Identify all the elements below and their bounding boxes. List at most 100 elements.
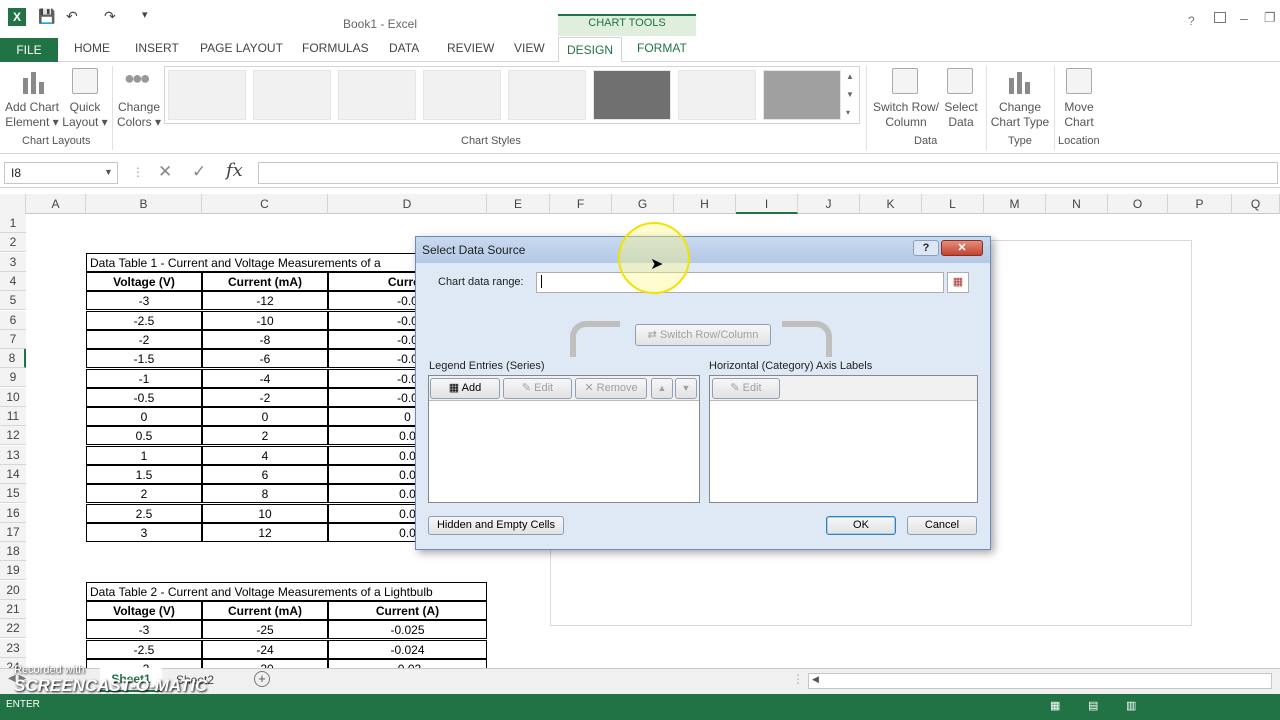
chart-style-2[interactable]: [253, 70, 331, 120]
add-chart-element-button[interactable]: Add Chart Element ▾: [0, 100, 64, 130]
tab-file[interactable]: FILE: [0, 38, 58, 62]
tab-home[interactable]: HOME: [74, 41, 110, 55]
gallery-scroll-icons[interactable]: ▲ ▼ ▾: [846, 68, 854, 122]
cancel-entry-icon[interactable]: ✕: [158, 162, 172, 182]
select-all-button[interactable]: [0, 194, 26, 214]
table-cell[interactable]: -2.5: [86, 310, 202, 330]
ok-button[interactable]: OK: [826, 516, 896, 535]
row-header[interactable]: 23: [0, 638, 26, 658]
horizontal-scrollbar[interactable]: [808, 673, 1272, 689]
redo-icon[interactable]: ↷: [104, 8, 116, 25]
column-header[interactable]: C: [202, 194, 328, 214]
row-header[interactable]: 18: [0, 542, 26, 562]
remove-series-button[interactable]: ✕ Remove: [575, 378, 647, 399]
add-series-button[interactable]: ▦ Add: [430, 378, 500, 399]
table-cell[interactable]: -3: [86, 291, 202, 311]
ribbon-display-icon[interactable]: [1214, 12, 1226, 23]
table-cell[interactable]: 0: [202, 407, 328, 427]
name-box[interactable]: I8: [4, 162, 118, 184]
chart-data-range-input[interactable]: [536, 272, 944, 293]
confirm-entry-icon[interactable]: ✓: [192, 162, 206, 182]
tab-split-icon[interactable]: ⋮: [792, 672, 804, 686]
name-box-dropdown-icon[interactable]: ▼: [104, 167, 113, 177]
chart-style-5[interactable]: [508, 70, 586, 120]
table-cell[interactable]: -1.5: [86, 349, 202, 369]
table-cell[interactable]: 6: [202, 465, 328, 484]
table-cell[interactable]: -2: [86, 329, 202, 349]
table-cell[interactable]: -12: [202, 291, 328, 311]
dialog-help-icon[interactable]: ?: [913, 240, 939, 256]
table-cell[interactable]: 8: [202, 484, 328, 504]
column-header[interactable]: P: [1168, 194, 1232, 214]
quick-layout-button[interactable]: Quick Layout ▾: [60, 100, 110, 130]
tab-insert[interactable]: INSERT: [135, 41, 179, 55]
row-header[interactable]: 12: [0, 426, 26, 446]
move-down-icon[interactable]: ▼: [675, 378, 697, 399]
table-header-cell[interactable]: Current (mA): [202, 601, 328, 620]
table-cell[interactable]: 1.5: [86, 465, 202, 484]
column-header[interactable]: J: [798, 194, 860, 214]
chart-style-3[interactable]: [338, 70, 416, 120]
column-header[interactable]: D: [328, 194, 487, 214]
restore-icon[interactable]: ❐: [1264, 10, 1276, 26]
row-header[interactable]: 5: [0, 291, 26, 311]
column-header[interactable]: O: [1108, 194, 1168, 214]
row-header[interactable]: 13: [0, 445, 26, 465]
column-header[interactable]: M: [984, 194, 1046, 214]
change-colors-button[interactable]: Change Colors ▾: [112, 100, 166, 130]
column-header[interactable]: F: [550, 194, 612, 214]
minimize-icon[interactable]: –: [1240, 10, 1248, 26]
row-header[interactable]: 4: [0, 271, 26, 291]
page-layout-view-icon[interactable]: ▤: [1088, 699, 1098, 712]
edit-axis-labels-button[interactable]: ✎ Edit: [712, 378, 780, 399]
table-cell[interactable]: 10: [202, 503, 328, 523]
table-cell[interactable]: 3: [86, 522, 202, 542]
tab-page-layout[interactable]: PAGE LAYOUT: [200, 41, 283, 55]
insert-function-icon[interactable]: fx: [226, 160, 243, 181]
customize-qat-icon[interactable]: ▾: [142, 8, 148, 21]
table-cell[interactable]: 2: [86, 484, 202, 504]
table-cell[interactable]: 4: [202, 445, 328, 465]
row-header[interactable]: 14: [0, 464, 26, 484]
row-header[interactable]: 22: [0, 619, 26, 639]
page-break-view-icon[interactable]: ▥: [1126, 699, 1136, 712]
table-cell[interactable]: 1: [86, 445, 202, 465]
table-header-cell[interactable]: Current (A): [328, 601, 487, 620]
table-cell[interactable]: 0: [86, 407, 202, 427]
table-cell[interactable]: -10: [202, 310, 328, 330]
table-cell[interactable]: 2: [202, 426, 328, 446]
change-chart-type-button[interactable]: Change Chart Type: [988, 100, 1052, 130]
row-header[interactable]: 16: [0, 503, 26, 523]
row-header[interactable]: 8: [0, 349, 26, 369]
select-data-button[interactable]: Select Data: [938, 100, 984, 130]
move-up-icon[interactable]: ▲: [651, 378, 673, 399]
row-header[interactable]: 9: [0, 368, 26, 388]
column-header[interactable]: I: [736, 194, 798, 214]
move-chart-button[interactable]: Move Chart: [1056, 100, 1102, 130]
column-header[interactable]: G: [612, 194, 674, 214]
tab-format[interactable]: FORMAT: [637, 41, 687, 55]
table-cell[interactable]: -6: [202, 349, 328, 369]
column-header[interactable]: K: [860, 194, 922, 214]
cancel-button[interactable]: Cancel: [907, 516, 977, 535]
row-header[interactable]: 10: [0, 387, 26, 407]
table-cell[interactable]: -24: [202, 639, 328, 659]
row-header[interactable]: 20: [0, 580, 26, 600]
table-header-cell[interactable]: Current (mA): [202, 272, 328, 291]
chart-style-8[interactable]: [763, 70, 841, 120]
row-header[interactable]: 15: [0, 484, 26, 504]
table-cell[interactable]: 0.5: [86, 426, 202, 446]
tab-data[interactable]: DATA: [389, 41, 419, 55]
table-cell[interactable]: -0.5: [86, 387, 202, 407]
row-header[interactable]: 7: [0, 329, 26, 349]
table-cell[interactable]: -25: [202, 620, 328, 640]
row-header[interactable]: 19: [0, 561, 26, 581]
row-header[interactable]: 2: [0, 233, 26, 253]
hidden-empty-cells-button[interactable]: Hidden and Empty Cells: [428, 516, 564, 535]
column-header[interactable]: B: [86, 194, 202, 214]
row-header[interactable]: 6: [0, 310, 26, 330]
formula-input[interactable]: [258, 162, 1278, 184]
column-header[interactable]: Q: [1232, 194, 1280, 214]
row-header[interactable]: 1: [0, 214, 26, 233]
table-cell[interactable]: -2: [202, 387, 328, 407]
